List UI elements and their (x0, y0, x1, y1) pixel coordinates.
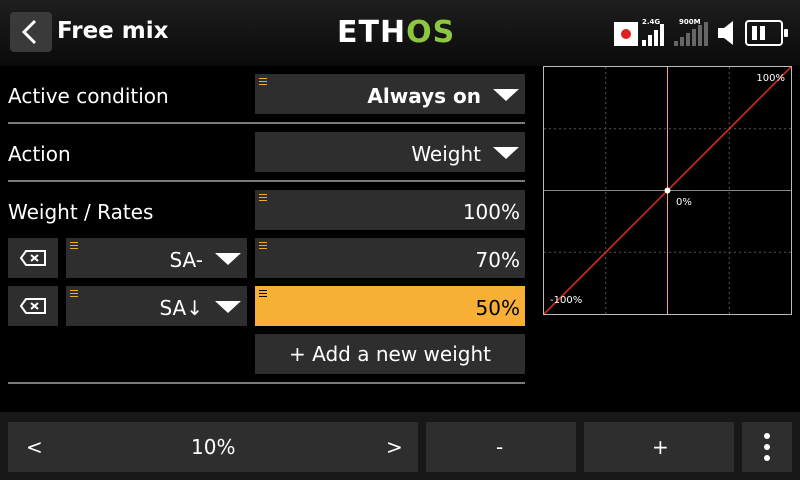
action-label: Action (8, 142, 71, 166)
plus-button[interactable]: + (584, 422, 734, 472)
active-condition-dropdown[interactable]: Always on (255, 74, 525, 114)
menu-mark-icon (259, 242, 267, 249)
battery-icon (745, 20, 788, 46)
active-condition-label: Active condition (8, 84, 169, 108)
delete-rate-button[interactable] (8, 286, 58, 326)
divider (8, 122, 525, 124)
back-button[interactable] (10, 12, 52, 52)
divider (8, 382, 525, 384)
minus-button[interactable]: - (426, 422, 576, 472)
curve-center-label: 0% (676, 197, 692, 208)
curve-bottom-label: -100% (550, 295, 583, 306)
curve-top-label: 100% (756, 73, 785, 84)
curve-preview: 100% 0% -100% (543, 66, 792, 315)
radio-label-2g4: 2.4G (642, 18, 661, 26)
add-weight-button[interactable]: + Add a new weight (255, 334, 525, 374)
more-vertical-icon (764, 433, 770, 461)
record-icon (614, 22, 638, 46)
menu-mark-icon (259, 78, 267, 85)
chevron-down-icon (215, 253, 241, 265)
weight-rates-label: Weight / Rates (8, 200, 154, 224)
action-dropdown[interactable]: Weight (255, 132, 525, 172)
step-value: 10% (191, 435, 236, 459)
weight-value: 100% (462, 200, 520, 224)
backspace-icon (20, 298, 46, 314)
radio-label-900m: 900M (679, 18, 701, 26)
rate-weight-field-selected[interactable]: 50% (255, 286, 525, 326)
speaker-icon (718, 21, 733, 45)
divider (8, 180, 525, 182)
action-value: Weight (411, 142, 481, 166)
more-options-button[interactable] (742, 422, 792, 472)
page-title: Free mix (57, 18, 169, 44)
step-value-control: < 10% > (8, 422, 418, 472)
step-next-button[interactable]: > (386, 435, 403, 459)
rate-weight-value: 70% (475, 248, 520, 272)
chevron-down-icon (493, 147, 519, 159)
rate-source-dropdown[interactable]: SA↓ (66, 286, 247, 326)
backspace-icon (20, 250, 46, 266)
rate-source-value: SA- (169, 248, 203, 272)
menu-mark-icon (259, 194, 267, 201)
weight-field[interactable]: 100% (255, 190, 525, 230)
menu-mark-icon (70, 242, 78, 249)
rate-source-value: SA↓ (159, 296, 203, 320)
menu-mark-icon (70, 290, 78, 297)
rate-weight-field[interactable]: 70% (255, 238, 525, 278)
curve-point (664, 187, 671, 194)
menu-mark-icon (259, 290, 267, 297)
chevron-down-icon (493, 89, 519, 101)
chevron-down-icon (215, 301, 241, 313)
plus-label: + (652, 435, 669, 459)
header-bar: Free mix ETHOS 2.4G 900M (0, 0, 800, 66)
chevron-left-icon (21, 19, 37, 45)
rate-weight-value: 50% (475, 296, 520, 320)
ethos-logo: ETHOS (337, 15, 456, 50)
active-condition-value: Always on (367, 84, 481, 108)
step-prev-button[interactable]: < (26, 435, 43, 459)
minus-label: - (496, 435, 504, 459)
rate-source-dropdown[interactable]: SA- (66, 238, 247, 278)
delete-rate-button[interactable] (8, 238, 58, 278)
